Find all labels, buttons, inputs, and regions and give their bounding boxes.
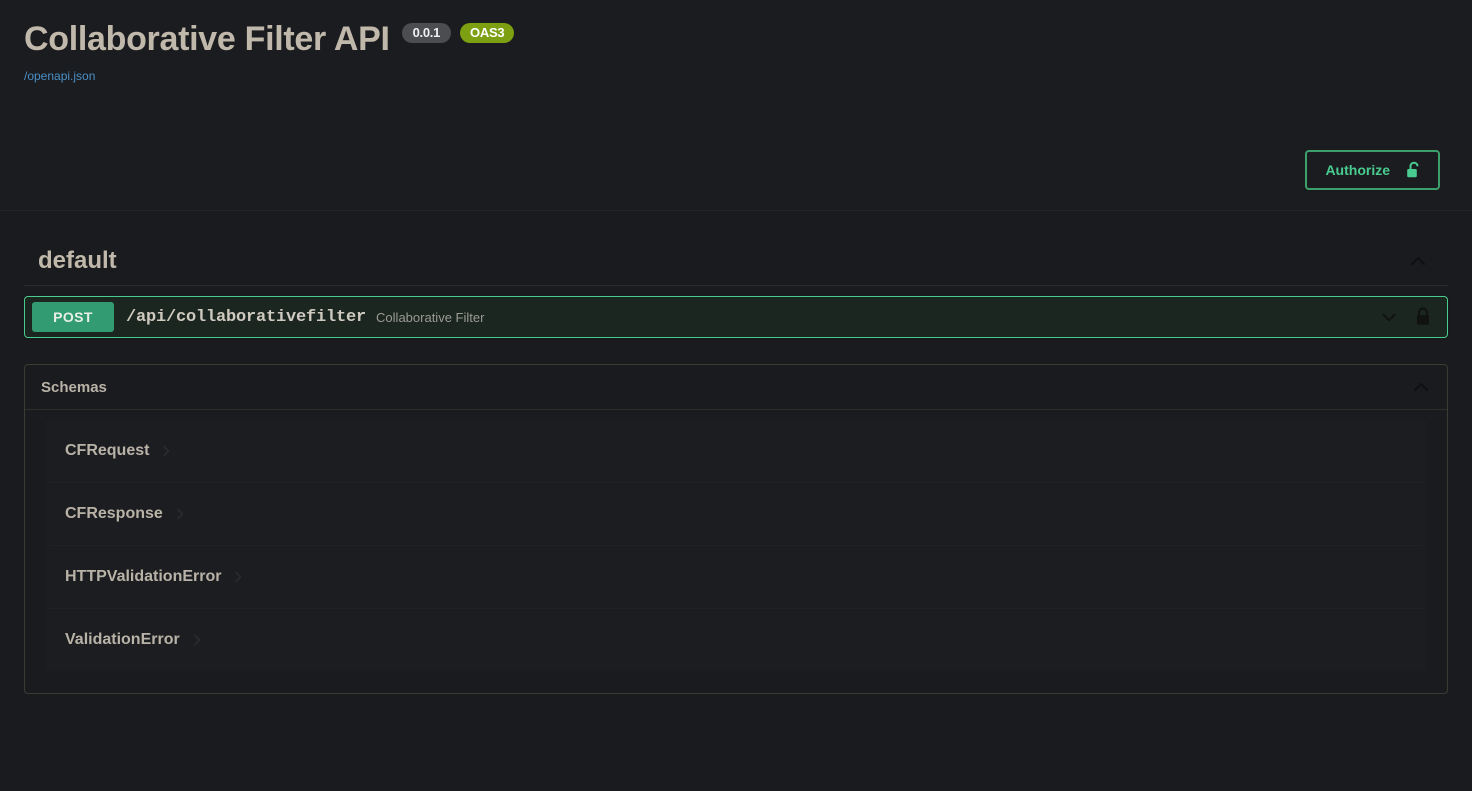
chevron-right-icon[interactable] bbox=[173, 507, 187, 521]
model-name: CFResponse bbox=[65, 505, 163, 522]
schemas-header[interactable]: Schemas bbox=[25, 365, 1447, 410]
api-information-panel: Collaborative Filter API 0.0.1 OAS3 /ope… bbox=[0, 0, 1472, 211]
spec-url: /openapi.json bbox=[24, 69, 1448, 83]
api-version-badge: 0.0.1 bbox=[401, 23, 452, 44]
model-box: HTTPValidationError bbox=[45, 556, 1427, 598]
model-name: HTTPValidationError bbox=[65, 568, 222, 585]
model-box: CFRequest bbox=[45, 430, 1427, 472]
model-box: ValidationError bbox=[45, 619, 1427, 661]
swagger-body: default POST /api/collaborativefilter Co… bbox=[0, 237, 1472, 694]
chevron-up-icon[interactable] bbox=[1411, 377, 1431, 397]
model-name: ValidationError bbox=[65, 631, 180, 648]
content-wrapper: default POST /api/collaborativefilter Co… bbox=[0, 237, 1472, 694]
tag-name: default bbox=[38, 247, 117, 274]
list-item[interactable]: CFResponse bbox=[45, 483, 1427, 546]
lock-closed-icon[interactable] bbox=[1413, 306, 1433, 328]
chevron-right-icon[interactable] bbox=[159, 444, 173, 458]
http-method-badge: POST bbox=[32, 302, 114, 332]
chevron-up-icon[interactable] bbox=[1408, 251, 1428, 271]
operation-path: /api/collaborativefilter bbox=[126, 307, 367, 327]
auth-wrapper: Authorize bbox=[1305, 150, 1440, 190]
list-item[interactable]: ValidationError bbox=[45, 609, 1427, 671]
schemas-title: Schemas bbox=[41, 378, 107, 396]
tag-header-default[interactable]: default bbox=[24, 237, 1448, 286]
oas-version-badge: OAS3 bbox=[460, 23, 515, 44]
list-item[interactable]: HTTPValidationError bbox=[45, 546, 1427, 609]
info-inner: Collaborative Filter API 0.0.1 OAS3 /ope… bbox=[0, 0, 1472, 83]
model-box: CFResponse bbox=[45, 493, 1427, 535]
authorize-button-label: Authorize bbox=[1325, 161, 1390, 178]
tag-section-default: default POST /api/collaborativefilter Co… bbox=[24, 237, 1448, 338]
model-name: CFRequest bbox=[65, 442, 150, 459]
chevron-right-icon[interactable] bbox=[190, 633, 204, 647]
page-title: Collaborative Filter API 0.0.1 OAS3 bbox=[24, 18, 1448, 61]
chevron-right-icon[interactable] bbox=[231, 570, 245, 584]
api-title-text: Collaborative Filter API bbox=[24, 20, 390, 58]
lock-open-icon bbox=[1404, 160, 1424, 180]
operation-controls bbox=[1379, 306, 1447, 328]
operation-summary: Collaborative Filter bbox=[376, 309, 485, 325]
authorize-button[interactable]: Authorize bbox=[1305, 150, 1440, 190]
list-item[interactable]: CFRequest bbox=[45, 420, 1427, 483]
schemas-section: Schemas CFRequest CFResponse HTTPValidat… bbox=[24, 364, 1448, 694]
operation-post-collaborativefilter[interactable]: POST /api/collaborativefilter Collaborat… bbox=[24, 296, 1448, 338]
schemas-list: CFRequest CFResponse HTTPValidationError… bbox=[25, 410, 1447, 693]
openapi-json-link[interactable]: /openapi.json bbox=[24, 69, 95, 83]
chevron-down-icon[interactable] bbox=[1379, 307, 1399, 327]
